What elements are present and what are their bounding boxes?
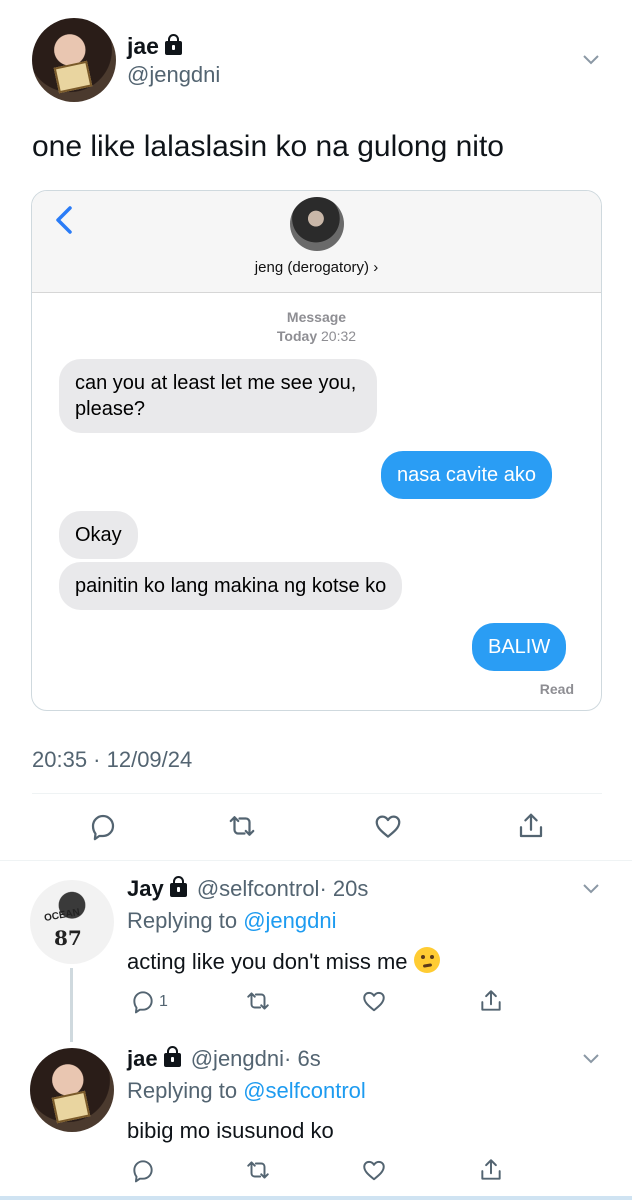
jersey-name: OCEAN [43, 906, 81, 925]
retweet-icon[interactable] [245, 988, 271, 1014]
conversation-label: Message [286, 309, 347, 325]
contact-avatar [290, 197, 344, 251]
author-display-name: jae [127, 33, 159, 59]
bottom-edge-bar [0, 1196, 632, 1200]
author-name-row[interactable]: jae [127, 33, 182, 60]
retweet-icon[interactable] [245, 1157, 271, 1183]
replying-prefix: Replying to [127, 1078, 238, 1103]
thread-line [70, 968, 73, 1042]
tweet-text: one like lalaslasin ko na gulong nito [32, 130, 504, 163]
message-bubble-sent: nasa cavite ako [381, 451, 552, 499]
reply-age: · 6s [284, 1046, 321, 1071]
conversation-date: Today 20:32 [32, 328, 601, 344]
reply-display-name: jae [127, 1046, 158, 1071]
conversation-day: Today [276, 328, 318, 344]
reply-age: · 20s [319, 876, 369, 901]
lock-icon [169, 876, 187, 897]
reply-text: bibig mo isusunod ko [127, 1118, 334, 1143]
imessage-screenshot[interactable]: jeng (derogatory) › Message Today 20:32 … [31, 190, 602, 711]
replying-to-line: Replying to @selfcontrol [127, 1078, 366, 1104]
reply-icon[interactable] [88, 811, 118, 841]
reply-header[interactable]: Jay @selfcontrol· 20s [127, 876, 368, 902]
like-icon[interactable] [373, 811, 403, 841]
reply-handle: @jengdni [190, 1046, 285, 1071]
reply-text-content: acting like you don't miss me [127, 949, 408, 974]
share-icon[interactable] [478, 1157, 504, 1183]
replying-to-mention[interactable]: @jengdni [243, 908, 336, 933]
message-bubble-received: Okay [59, 511, 138, 559]
divider [0, 860, 632, 861]
divider [32, 793, 602, 794]
grimace-emoji [413, 947, 440, 973]
reply-icon[interactable] [130, 1157, 156, 1183]
share-icon[interactable] [516, 811, 546, 841]
reply-icon[interactable] [130, 988, 156, 1014]
author-handle[interactable]: @jengdni [127, 62, 220, 88]
like-icon[interactable] [361, 988, 387, 1014]
reply-avatar[interactable] [30, 1048, 114, 1132]
jersey-number: 87 [54, 926, 82, 950]
reply-header[interactable]: jae @jengdni· 6s [127, 1046, 321, 1072]
replying-to-mention[interactable]: @selfcontrol [243, 1078, 366, 1103]
like-icon[interactable] [361, 1157, 387, 1183]
conversation-time: 20:32 [321, 328, 357, 344]
reply-avatar[interactable]: OCEAN 87 [30, 880, 114, 964]
message-bubble-received: can you at least let me see you, please? [59, 359, 377, 433]
replying-prefix: Replying to [127, 908, 238, 933]
chevron-down-icon[interactable] [583, 55, 599, 65]
contact-name: jeng (derogatory) › [254, 259, 379, 276]
imessage-header: jeng (derogatory) › [32, 191, 601, 293]
lock-icon [163, 1046, 181, 1067]
chevron-down-icon[interactable] [583, 884, 599, 894]
replying-to-line: Replying to @jengdni [127, 908, 337, 934]
lock-icon [164, 34, 182, 55]
share-icon[interactable] [478, 988, 504, 1014]
read-receipt: Read [539, 681, 574, 697]
reply-display-name: Jay [127, 876, 164, 901]
back-chevron-icon [56, 206, 72, 234]
message-bubble-sent: BALIW [472, 623, 567, 671]
reply-count: 1 [159, 993, 168, 1010]
chevron-down-icon[interactable] [583, 1054, 599, 1064]
author-avatar[interactable] [32, 18, 116, 102]
reply-handle: @selfcontrol [196, 876, 320, 901]
retweet-icon[interactable] [227, 811, 257, 841]
reply-text: acting like you don't miss me [127, 947, 440, 975]
tweet-timestamp[interactable]: 20:35 · 12/09/24 [32, 747, 192, 773]
message-bubble-received: painitin ko lang makina ng kotse ko [59, 562, 403, 610]
